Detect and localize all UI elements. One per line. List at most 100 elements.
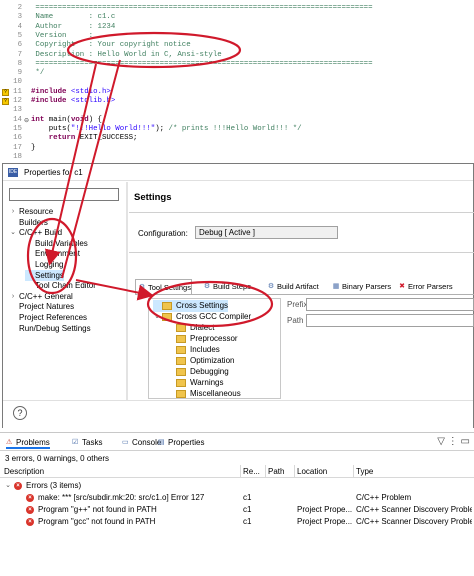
view-toolbar-icons[interactable]: ▽ ⋮ ▭ [437, 436, 470, 447]
dialog-title-bar: IDE Properties for c1 [3, 164, 473, 181]
cell-location: Project Prope... [297, 517, 353, 526]
column-separator[interactable] [240, 465, 241, 478]
problems-table-header: Description Re... Path Location Type [0, 465, 474, 478]
tab-error-parsers[interactable]: ✖ Error Parsers [396, 279, 453, 294]
nav-item-c-c-general[interactable]: › C/C++ General [9, 291, 73, 302]
column-header[interactable]: Path [268, 467, 284, 476]
error-group-row[interactable]: ⌄ × Errors (3 items) [0, 480, 474, 491]
problem-row[interactable]: × Program "gcc" not found in PATH c1 Projec… [0, 516, 474, 527]
problems-icon: ⚠ [6, 439, 13, 446]
expand-toggle-icon[interactable]: › [9, 206, 17, 217]
nav-item-label: Tool Chain Editor [35, 281, 96, 291]
tool-item-label: Cross GCC Compiler [176, 312, 252, 321]
code-token: Copyright : Your copyright notice [31, 41, 191, 50]
tab-build-artifact[interactable]: ⚙ Build Artifact [265, 279, 319, 294]
fold-toggle-icon[interactable]: ⊖ [24, 116, 29, 125]
tab-tool-settings[interactable]: ⚙ Tool Settings [135, 279, 192, 294]
tool-item-label: Preprocessor [190, 334, 238, 343]
tool-item-label: Debugging [190, 367, 229, 376]
tab-binary-parsers[interactable]: ▦ Binary Parsers [330, 279, 392, 294]
code-line: 2 ======================================… [0, 4, 474, 13]
line-number: 5 [17, 31, 22, 40]
code-line: ? 11 #include <stdio.h> [0, 88, 474, 97]
nav-item-settings[interactable]: Settings [25, 269, 64, 281]
path-input[interactable] [306, 314, 474, 327]
help-button[interactable]: ? [13, 406, 27, 420]
nav-item-label: Project Natures [19, 302, 75, 312]
code-text: Author : 1234 [31, 23, 115, 32]
nav-item-builders[interactable]: Builders [9, 217, 48, 228]
page-title: Settings [134, 192, 172, 203]
nav-item-label: Run/Debug Settings [19, 323, 91, 333]
binary-parsers-icon: ▦ [332, 283, 340, 290]
code-line: 4 Author : 1234 [0, 23, 474, 32]
prefix-input[interactable] [306, 298, 474, 311]
app-icon: IDE [8, 168, 18, 177]
code-editor[interactable]: 2 ======================================… [0, 0, 474, 163]
nav-item-run-debug-settings[interactable]: Run/Debug Settings [9, 323, 91, 334]
tab-build-steps[interactable]: ⚙ Build Steps [201, 279, 251, 294]
expand-toggle-icon[interactable]: ⌄ [153, 311, 161, 323]
code-line: 16 return EXIT_SUCCESS; [0, 134, 474, 143]
tool-tree[interactable]: Cross Settings ⌄ Cross GCC Compiler Dialect… [148, 298, 281, 399]
column-header[interactable]: Location [297, 467, 327, 476]
tool-item-miscellaneous[interactable]: Miscellaneous [167, 388, 241, 398]
error-icon: × [26, 506, 34, 514]
column-separator[interactable] [265, 465, 266, 478]
properties-nav: › Resource Builders ⌄ C/C++ Build Build Varia… [3, 182, 126, 400]
code-line: 18 [0, 153, 474, 162]
view-tab-tasks[interactable]: ☑ Tasks [72, 436, 102, 449]
pane-divider[interactable] [126, 182, 128, 400]
expand-toggle-icon[interactable]: › [9, 291, 17, 302]
dialog-title: Properties for c1 [24, 168, 83, 177]
tab-label: Build Artifact [277, 282, 319, 291]
nav-item-build-variables[interactable]: Build Variables [25, 238, 88, 249]
problem-row[interactable]: × make: *** [src/subdir.mk:20: src/c1.o] … [0, 492, 474, 503]
line-number: 17 [13, 143, 22, 152]
expand-toggle-icon[interactable]: ⌄ [9, 227, 17, 238]
error-icon: × [26, 518, 34, 526]
nav-item-resource[interactable]: › Resource [9, 206, 53, 217]
prefix-label: Prefix [287, 300, 308, 309]
column-separator[interactable] [353, 465, 354, 478]
settings-tabs: ⚙ Tool Settings ⚙ Build Steps ⚙ Build Artifac… [135, 279, 474, 294]
tasks-icon: ☑ [72, 439, 79, 446]
tab-label: Error Parsers [408, 282, 453, 291]
cell-description: make: *** [src/subdir.mk:20: src/c1.o] E… [38, 493, 205, 502]
view-tab-problems[interactable]: ⚠ Problems [6, 436, 50, 449]
configuration-select[interactable]: Debug [ Active ] [195, 226, 338, 239]
view-tab-properties[interactable]: ▤ Properties [158, 436, 204, 449]
column-header[interactable]: Description [4, 467, 44, 476]
line-number: 10 [13, 78, 22, 87]
tool-item-label: Includes [190, 345, 220, 354]
nav-item-c-c-build[interactable]: ⌄ C/C++ Build [9, 227, 62, 238]
folder-icon [176, 335, 186, 343]
nav-item-logging[interactable]: Logging [25, 259, 63, 270]
folder-icon [176, 346, 186, 354]
code-token: int [31, 115, 45, 124]
tool-item-label: Cross Settings [176, 301, 229, 310]
view-tab-console[interactable]: ▭ Console [122, 436, 161, 449]
nav-item-project-references[interactable]: Project References [9, 312, 87, 323]
console-icon: ▭ [122, 439, 129, 446]
nav-item-project-natures[interactable]: Project Natures [9, 301, 74, 312]
expand-toggle-icon[interactable]: ⌄ [4, 480, 12, 491]
nav-item-tool-chain-editor[interactable]: Tool Chain Editor [25, 280, 96, 291]
folder-icon [162, 313, 172, 321]
column-header[interactable]: Re... [243, 467, 260, 476]
cell-location: Project Prope... [297, 505, 353, 514]
code-text: Copyright : Your copyright notice [31, 41, 191, 50]
filter-input[interactable] [9, 188, 119, 201]
column-header[interactable]: Type [356, 467, 373, 476]
nav-item-label: Environment [35, 249, 80, 259]
line-number: 7 [17, 50, 22, 59]
code-token: main( [44, 115, 71, 124]
nav-item-environment[interactable]: Environment [25, 248, 80, 259]
cell-description: Program "g++" not found in PATH [38, 505, 157, 514]
code-text: Description : Hello World in C, Ansi-sty… [31, 51, 221, 60]
properties-icon: ▤ [158, 439, 165, 446]
code-token: Name : c1.c [31, 13, 116, 22]
column-separator[interactable] [294, 465, 295, 478]
problem-row[interactable]: × Program "g++" not found in PATH c1 Projec… [0, 504, 474, 515]
